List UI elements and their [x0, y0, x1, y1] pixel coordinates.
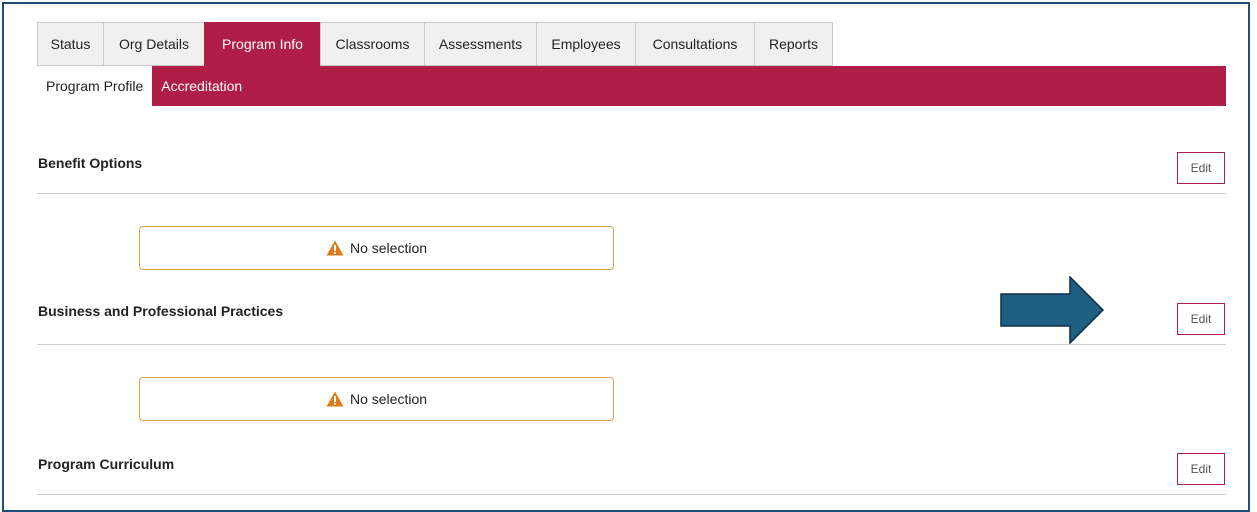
main-tabs: Status Org Details Program Info Classroo…: [37, 22, 833, 66]
warning-icon: [326, 240, 344, 256]
no-selection-notice: No selection: [139, 377, 614, 421]
section-title-business-practices: Business and Professional Practices: [38, 303, 284, 319]
tab-assessments[interactable]: Assessments: [424, 22, 536, 66]
tab-status[interactable]: Status: [37, 22, 103, 66]
tab-org-details[interactable]: Org Details: [103, 22, 204, 66]
tab-reports[interactable]: Reports: [754, 22, 833, 66]
tab-consultations[interactable]: Consultations: [635, 22, 754, 66]
no-selection-notice: No selection: [139, 226, 614, 270]
no-selection-text: No selection: [349, 240, 428, 256]
tab-classrooms[interactable]: Classrooms: [320, 22, 424, 66]
subtab-accreditation[interactable]: Accreditation: [152, 66, 251, 106]
edit-program-curriculum-button[interactable]: Edit: [1177, 453, 1225, 485]
section-title-program-curriculum: Program Curriculum: [38, 456, 175, 472]
section-title-benefit-options: Benefit Options: [38, 155, 143, 171]
right-arrow-icon: [1000, 276, 1105, 344]
section-divider: [37, 344, 1226, 345]
subtab-program-profile[interactable]: Program Profile: [37, 66, 153, 106]
section-divider: [37, 193, 1226, 194]
section-divider: [37, 494, 1226, 495]
edit-benefit-options-button[interactable]: Edit: [1177, 152, 1225, 184]
sub-tab-bar: Program Profile Accreditation: [37, 66, 1226, 106]
tab-program-info[interactable]: Program Info: [204, 22, 320, 66]
no-selection-text: No selection: [349, 391, 428, 407]
warning-icon: [326, 391, 344, 407]
edit-business-practices-button[interactable]: Edit: [1177, 303, 1225, 335]
tab-employees[interactable]: Employees: [536, 22, 635, 66]
